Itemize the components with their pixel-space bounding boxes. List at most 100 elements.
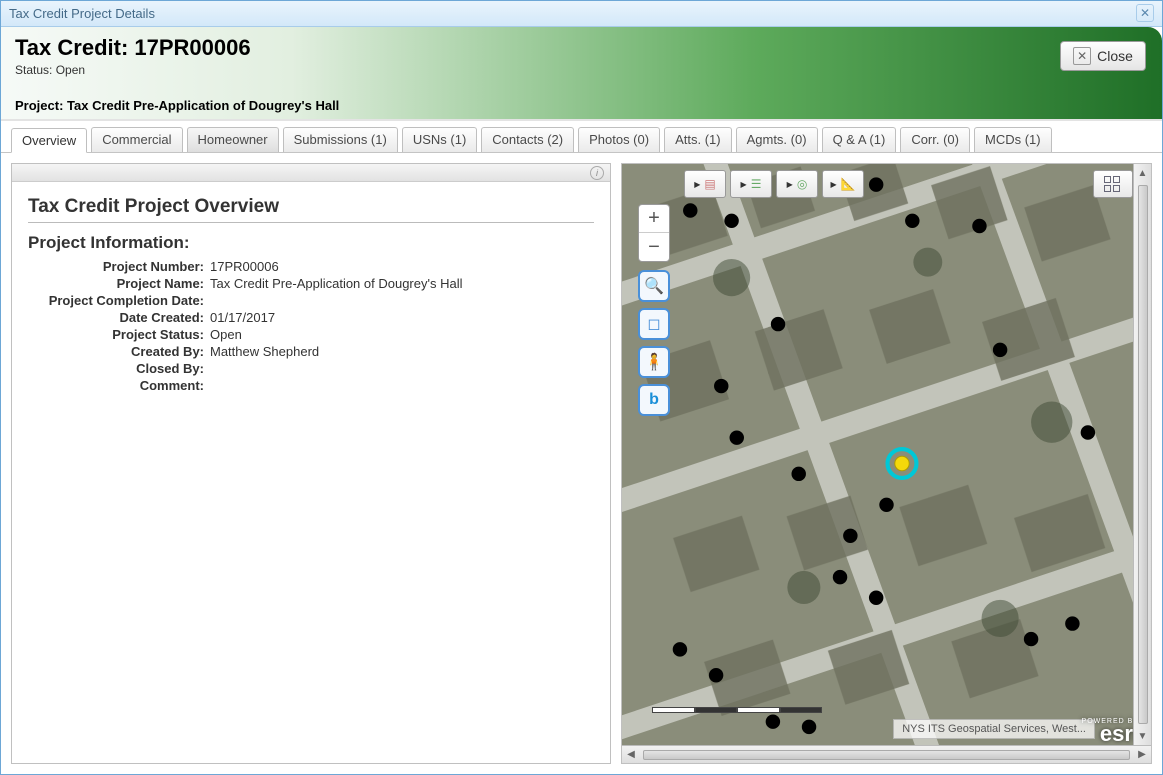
bookmarks-icon: ▤: [704, 177, 715, 191]
tab-photos[interactable]: Photos (0): [578, 127, 660, 152]
tab-strip: Overview Commercial Homeowner Submission…: [1, 121, 1162, 153]
status-value: Open: [56, 63, 85, 77]
panel-header: i: [12, 164, 610, 182]
value: Matthew Shepherd: [208, 344, 594, 359]
locate-icon: ◎: [797, 177, 807, 191]
field-project-name: Project Name: Tax Credit Pre-Application…: [28, 276, 594, 291]
status-line: Status: Open: [15, 63, 1148, 77]
scalebar: [652, 707, 822, 717]
close-label: Close: [1097, 48, 1133, 64]
scroll-thumb[interactable]: [1138, 185, 1148, 724]
scroll-left-icon[interactable]: ◀: [622, 746, 640, 763]
tab-atts[interactable]: Atts. (1): [664, 127, 732, 152]
field-completion-date: Project Completion Date:: [28, 293, 594, 308]
app-window: Tax Credit Project Details ✕ Tax Credit:…: [0, 0, 1163, 775]
map-side-tools: 🔍 ◻ 🧍 b: [638, 270, 670, 416]
status-prefix: Status:: [15, 63, 56, 77]
title-value: 17PR00006: [134, 35, 250, 60]
tab-mcds[interactable]: MCDs (1): [974, 127, 1052, 152]
brand-label: esri: [1082, 725, 1139, 743]
field-project-status: Project Status: Open: [28, 327, 594, 342]
value: 01/17/2017: [208, 310, 594, 325]
select-rect-button[interactable]: ◻: [638, 308, 670, 340]
bing-button[interactable]: b: [638, 384, 670, 416]
map-tool-layers[interactable]: ▶ ☰: [730, 170, 772, 198]
project-prefix: Project:: [15, 98, 67, 113]
titlebar-close-button[interactable]: ✕: [1136, 4, 1154, 22]
scrollbar-horizontal[interactable]: ◀ ▶: [622, 745, 1151, 763]
scroll-thumb[interactable]: [643, 750, 1130, 760]
scrollbar-vertical[interactable]: ▲ ▼: [1133, 164, 1151, 745]
close-icon: ✕: [1140, 6, 1150, 20]
field-date-created: Date Created: 01/17/2017: [28, 310, 594, 325]
field-comment: Comment:: [28, 378, 594, 393]
tab-usns[interactable]: USNs (1): [402, 127, 477, 152]
info-icon[interactable]: i: [590, 166, 604, 180]
label: Project Completion Date:: [28, 293, 208, 308]
value: Tax Credit Pre-Application of Dougrey's …: [208, 276, 594, 291]
close-icon: ✕: [1073, 47, 1091, 65]
bing-icon: b: [649, 391, 659, 409]
value: Open: [208, 327, 594, 342]
label: Date Created:: [28, 310, 208, 325]
select-rect-icon: ◻: [647, 314, 660, 334]
content: i Tax Credit Project Overview Project In…: [1, 153, 1162, 774]
section-title: Project Information:: [28, 233, 594, 253]
scroll-right-icon[interactable]: ▶: [1133, 746, 1151, 763]
layers-icon: ☰: [751, 177, 762, 191]
chevron-icon: ▶: [787, 180, 793, 189]
street-view-button[interactable]: 🧍: [638, 346, 670, 378]
map[interactable]: [622, 164, 1151, 763]
label: Project Number:: [28, 259, 208, 274]
overview-panel: i Tax Credit Project Overview Project In…: [11, 163, 611, 764]
project-value: Tax Credit Pre-Application of Dougrey's …: [67, 98, 339, 113]
label: Project Status:: [28, 327, 208, 342]
label: Closed By:: [28, 361, 208, 376]
label: Comment:: [28, 378, 208, 393]
panel-body: Tax Credit Project Overview Project Info…: [12, 182, 610, 405]
zoom-rect-button[interactable]: 🔍: [638, 270, 670, 302]
value: [208, 293, 594, 308]
field-closed-by: Closed By:: [28, 361, 594, 376]
map-panel: ▶ ▤ ▶ ☰ ▶ ◎ ▶ 📐: [621, 163, 1152, 764]
zoom-out-button[interactable]: −: [639, 233, 669, 261]
zoom-rect-icon: 🔍: [644, 276, 664, 296]
tab-overview[interactable]: Overview: [11, 128, 87, 153]
close-button[interactable]: ✕ Close: [1060, 41, 1146, 71]
tab-agmts[interactable]: Agmts. (0): [736, 127, 818, 152]
tab-commercial[interactable]: Commercial: [91, 127, 182, 152]
page-title: Tax Credit: 17PR00006: [15, 35, 1148, 61]
titlebar: Tax Credit Project Details ✕: [1, 1, 1162, 27]
zoom-in-button[interactable]: +: [639, 205, 669, 233]
map-tool-measure[interactable]: ▶ 📐: [822, 170, 864, 198]
zoom-control: + −: [638, 204, 670, 262]
chevron-icon: ▶: [830, 180, 836, 189]
map-tool-bookmarks[interactable]: ▶ ▤: [684, 170, 726, 198]
project-line: Project: Tax Credit Pre-Application of D…: [15, 98, 339, 113]
tab-homeowner[interactable]: Homeowner: [187, 127, 279, 152]
tab-corr[interactable]: Corr. (0): [900, 127, 970, 152]
value: 17PR00006: [208, 259, 594, 274]
chevron-icon: ▶: [741, 180, 747, 189]
chevron-icon: ▶: [694, 180, 700, 189]
tab-contacts[interactable]: Contacts (2): [481, 127, 574, 152]
map-tool-locate[interactable]: ▶ ◎: [776, 170, 818, 198]
tab-qa[interactable]: Q & A (1): [822, 127, 897, 152]
field-created-by: Created By: Matthew Shepherd: [28, 344, 594, 359]
basemap-icon: [1103, 175, 1123, 193]
label: Project Name:: [28, 276, 208, 291]
value: [208, 378, 594, 393]
tab-submissions[interactable]: Submissions (1): [283, 127, 398, 152]
scroll-up-icon[interactable]: ▲: [1134, 164, 1151, 182]
scroll-down-icon[interactable]: ▼: [1134, 727, 1151, 745]
map-toolbar: ▶ ▤ ▶ ☰ ▶ ◎ ▶ 📐: [684, 170, 864, 198]
map-attribution: NYS ITS Geospatial Services, West...: [893, 719, 1095, 739]
street-view-icon: 🧍: [644, 352, 664, 372]
title-prefix: Tax Credit:: [15, 35, 134, 60]
basemap-switch[interactable]: [1093, 170, 1133, 198]
field-project-number: Project Number: 17PR00006: [28, 259, 594, 274]
window-title: Tax Credit Project Details: [9, 6, 155, 21]
panel-title: Tax Credit Project Overview: [28, 196, 594, 218]
esri-logo: POWERED BY esri: [1082, 718, 1139, 743]
measure-icon: 📐: [841, 177, 856, 191]
